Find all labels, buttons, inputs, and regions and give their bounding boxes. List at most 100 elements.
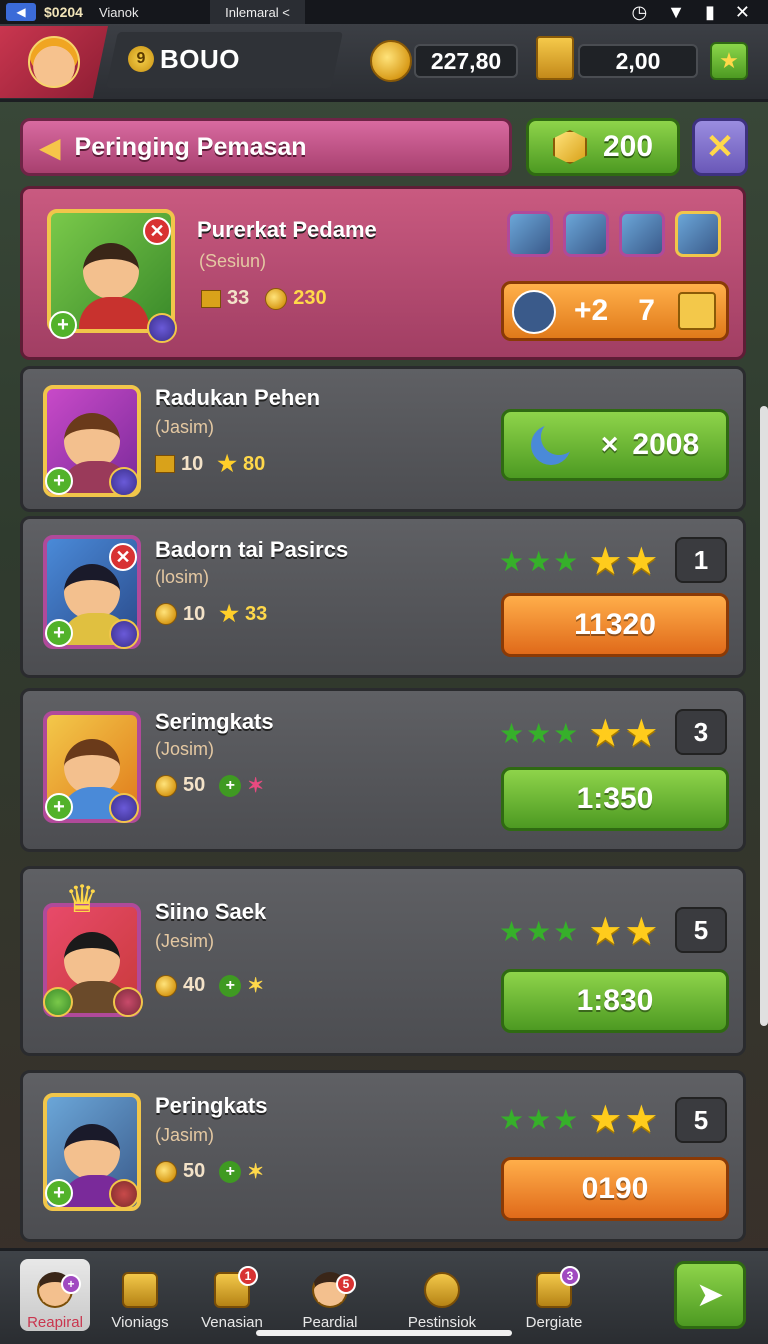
skill-badge-icon [147,313,177,343]
hero-stats: 10 ★ 80 [155,451,265,477]
arrow-left-icon: ◀ [39,131,61,163]
star-rating: ★ ★ ★ ★ ★ [499,711,658,756]
hero-card[interactable]: ✕ + Badorn tai Pasircs (losim) 10 ★ 33 ★… [20,516,746,678]
nav-label: Pestinsiok [407,1314,477,1331]
star-icon: ★ [499,1104,525,1135]
rank-badge: 1 [675,537,727,583]
plus-badge-icon[interactable]: + [45,1179,73,1207]
hero-head [64,932,120,988]
star-icon: ★ [553,718,579,749]
hero-stats: 50 + ✶ [155,773,264,798]
hero-card[interactable]: + Serimgkats (Josim) 50 + ✶ ★ ★ ★ ★ ★ 3 1:3… [20,688,746,852]
plus-badge-icon[interactable]: + [45,793,73,821]
featured-card[interactable]: ✕ + Purerkat Pedame (Sesiun) 33 230 +2 7 [20,186,746,360]
nav-badge: 3 [560,1266,580,1286]
hero-sub: (Jasim) [155,417,214,437]
nav-item-peardial[interactable]: 5 Peardial [280,1259,380,1331]
star-rating: ★ ★ ★ ★ ★ [499,909,658,954]
skill-badge-icon [43,987,73,1017]
hero-sub: (Josim) [155,739,214,759]
team-member-portrait[interactable] [619,211,665,257]
action-button[interactable]: 0190 [501,1157,729,1221]
nav-item-reapiral[interactable]: + Reapiral [20,1259,90,1331]
star-icon: ★ [719,48,739,73]
star-icon: ★ [553,916,579,947]
gem-button[interactable]: 200 [526,118,680,176]
player-avatar[interactable] [0,26,108,98]
avatar-face-icon [28,36,80,88]
action-button[interactable]: 1:350 [501,767,729,831]
hero-card[interactable]: ♛ Siino Saek (Jesim) 40 + ✶ ★ ★ ★ ★ ★ 5 1:8… [20,866,746,1056]
coin-icon [155,974,177,997]
wifi-icon: ▼ [667,1,685,22]
nav-label: Vioniags [111,1314,169,1331]
stat-value: 10 [181,452,204,475]
x-icon: ✕ [705,128,735,166]
star-rating: ★ ★ ★ ★ ★ [499,539,658,584]
star-icon: ★ [553,546,579,577]
close-icon[interactable]: ✕ [735,2,750,23]
stat-coin-value: 230 [293,287,327,309]
add-currency-button[interactable]: ★ [710,42,748,80]
nav-label: Dergiate [525,1314,583,1331]
scrollbar[interactable] [760,406,768,1026]
status-number: $0204 [44,4,83,20]
hero-stats: 10 ★ 33 [155,601,267,627]
coin-stack-icon [424,1272,460,1308]
battery-icon: ▮ [705,1,715,22]
reward-button[interactable]: +2 7 [501,281,729,341]
browser-tab[interactable]: Inlemaral < [210,0,305,24]
coin-icon [265,287,288,310]
box-icon: 1 [214,1266,258,1308]
star-icon: ★ [499,718,525,749]
star-icon: ★ [588,1099,623,1141]
spark-icon: ✶ [247,775,265,797]
stat-value: 50 [183,1160,206,1182]
hero-name: Purerkat Pedame [197,217,377,242]
nav-label: Reapiral [27,1314,83,1331]
event-banner[interactable]: ◀ Peringing Pemasan [20,118,512,176]
team-member-portrait[interactable] [675,211,721,257]
action-button[interactable]: × 2008 [501,409,729,481]
spark-icon: ✶ [247,1161,265,1183]
remove-badge-icon[interactable]: ✕ [109,543,137,571]
skill-badge-icon [109,1179,139,1209]
star-icon: ★ [526,546,552,577]
nav-label: Venasian [201,1314,263,1331]
remove-badge-icon[interactable]: ✕ [143,217,171,245]
rank-badge: 3 [675,709,727,755]
hero-stats: 40 + ✶ [155,973,264,998]
hero-body [79,297,149,329]
action-button[interactable]: 11320 [501,593,729,657]
star-icon: ★ [624,911,659,953]
paper-plane-icon: ➤ [695,1276,725,1314]
hero-head [83,243,139,299]
send-button[interactable]: ➤ [674,1261,746,1329]
nav-item-dergiate[interactable]: 3 Dergiate [504,1259,604,1331]
hero-card[interactable]: + Peringkats (Jasim) 50 + ✶ ★ ★ ★ ★ ★ 5 019… [20,1070,746,1242]
plus-badge-icon[interactable]: + [45,467,73,495]
skill-badge-icon [113,987,143,1017]
stat-box-value: 33 [227,287,250,309]
gold-counter: 2,00 [578,44,698,78]
nav-item-pestinsiok[interactable]: Pestinsiok [392,1259,492,1331]
hero-sub: (Jesim) [155,931,214,951]
hero-stats: 33 230 [201,287,327,310]
hero-card[interactable]: + Radukan Pehen (Jasim) 10 ★ 80 × 2008 [20,366,746,512]
nav-badge: + [61,1274,81,1294]
action-button[interactable]: 1:830 [501,969,729,1033]
plus-badge-icon[interactable]: + [45,619,73,647]
skill-badge-icon [109,619,139,649]
app-name: Vianok [98,4,139,20]
hero-icon: + [37,1272,81,1308]
back-icon[interactable]: ◀ [6,3,36,21]
star-icon: ★ [624,541,659,583]
stat-value: 10 [183,602,206,625]
plus-badge-icon[interactable]: + [49,311,77,339]
team-member-portrait[interactable] [563,211,609,257]
nav-item-venasian[interactable]: 1 Venasian [182,1259,282,1331]
team-member-portrait[interactable] [507,211,553,257]
close-button[interactable]: ✕ [692,118,748,176]
home-indicator[interactable] [256,1330,512,1336]
nav-item-vioniags[interactable]: Vioniags [90,1259,190,1331]
